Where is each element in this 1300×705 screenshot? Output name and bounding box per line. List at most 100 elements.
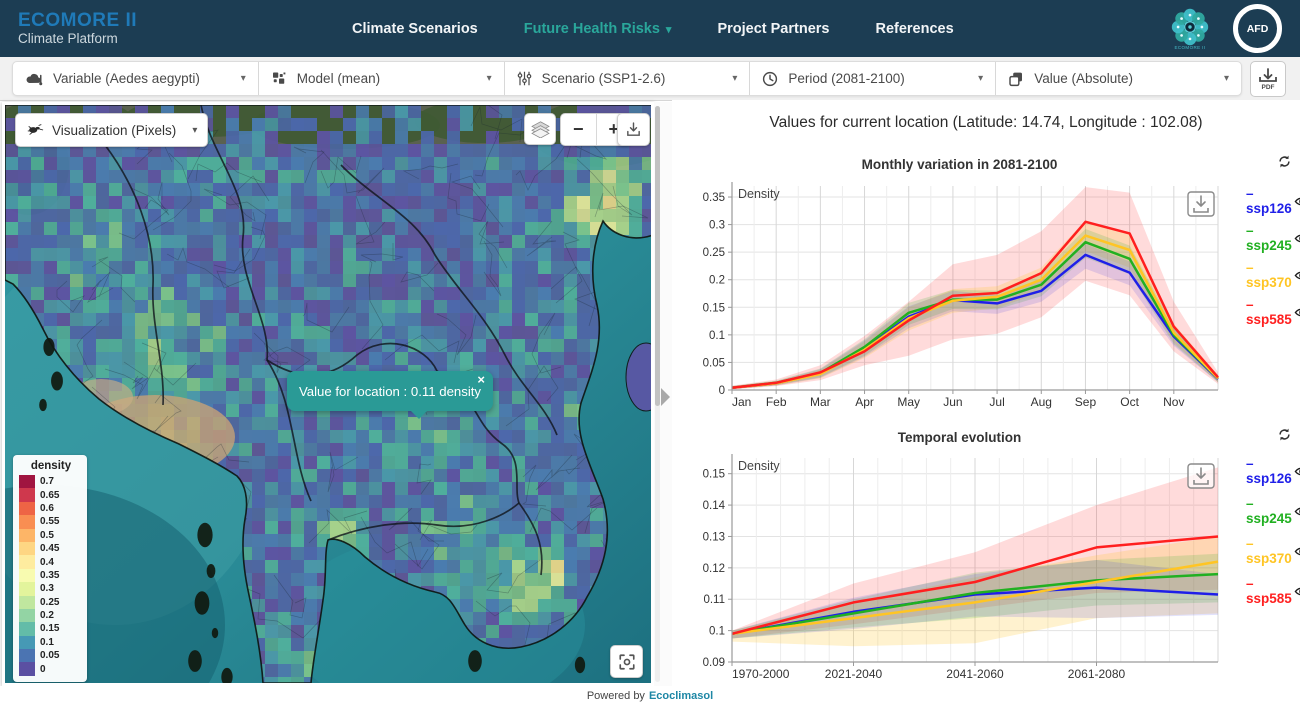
svg-text:0.15: 0.15	[703, 302, 725, 314]
nav-item-references[interactable]: References	[875, 21, 953, 37]
map-legend-title: density	[19, 460, 83, 472]
locate-button[interactable]	[610, 645, 643, 678]
app-logo[interactable]: ECOMORE II Climate Platform	[18, 11, 137, 47]
filter-value-dropdown[interactable]: Value (Absolute)▾	[996, 62, 1241, 95]
toggle-visibility-eye[interactable]	[1294, 232, 1300, 245]
model-icon	[271, 71, 287, 86]
ecomore-logo[interactable]: ECOMORE II	[1169, 7, 1211, 50]
temporal-chart-title: Temporal evolution	[692, 430, 1227, 445]
export-pdf-button[interactable]: PDF	[1250, 61, 1286, 97]
svg-text:0.35: 0.35	[703, 192, 725, 204]
legend-swatch	[19, 609, 35, 622]
temporal-evolution-chart[interactable]: 0.090.10.110.120.130.140.151970-20002021…	[690, 448, 1245, 686]
svg-text:0.13: 0.13	[703, 531, 725, 543]
filter-dropdown-label: Period (2081-2100)	[788, 71, 904, 86]
legend-item-ssp126[interactable]: –ssp126	[1246, 456, 1300, 486]
map-scrollbar-thumb[interactable]	[655, 106, 660, 406]
legend-row: 0.45	[19, 542, 83, 555]
map-canvas[interactable]: Visualization (Pixels) ▾ − + Value for l…	[5, 105, 651, 683]
refresh-icon	[1277, 427, 1292, 442]
temporal-chart-legend: –ssp126 –ssp245 –ssp370 –ssp585	[1246, 456, 1300, 606]
chevron-down-icon: ▾	[978, 73, 983, 84]
temporal-chart-refresh-button[interactable]	[1277, 427, 1292, 447]
filter-dropdown-label: Scenario (SSP1-2.6)	[542, 71, 666, 86]
nav-item-label: Climate Scenarios	[352, 21, 478, 37]
legend-item-ssp585[interactable]: –ssp585	[1246, 576, 1300, 606]
svg-text:0.12: 0.12	[703, 563, 725, 575]
footer: Powered by Ecoclimasol	[0, 686, 1300, 705]
map-download-button[interactable]	[617, 113, 650, 146]
svg-text:0: 0	[719, 385, 725, 397]
svg-text:0.14: 0.14	[703, 500, 726, 512]
zoom-out-button[interactable]: −	[561, 114, 597, 145]
toggle-visibility-eye[interactable]	[1294, 585, 1300, 598]
legend-series-label: –ssp370	[1246, 260, 1292, 290]
legend-item-ssp245[interactable]: –ssp245	[1246, 223, 1300, 253]
ecoclimasol-link[interactable]: Ecoclimasol	[649, 690, 713, 702]
legend-series-label: –ssp585	[1246, 576, 1292, 606]
layers-button[interactable]	[524, 113, 556, 145]
chevron-down-icon: ▾	[192, 125, 197, 136]
chart-download-button[interactable]	[1188, 192, 1214, 216]
filter-period-dropdown[interactable]: Period (2081-2100) ▾	[750, 62, 996, 95]
toggle-visibility-eye[interactable]	[1294, 269, 1300, 282]
toggle-visibility-eye[interactable]	[1294, 505, 1300, 518]
eye-icon	[1294, 465, 1300, 478]
afd-logo[interactable]: AFD	[1233, 4, 1282, 53]
monthly-chart-refresh-button[interactable]	[1277, 154, 1292, 174]
toggle-visibility-eye[interactable]	[1294, 195, 1300, 208]
legend-item-ssp585[interactable]: –ssp585	[1246, 297, 1300, 327]
legend-item-ssp370[interactable]: –ssp370	[1246, 536, 1300, 566]
nav-item-future-health-risks[interactable]: Future Health Risks▾	[524, 21, 672, 37]
svg-text:Sep: Sep	[1075, 395, 1097, 409]
svg-text:2021-2040: 2021-2040	[825, 667, 883, 681]
legend-series-label: –ssp126	[1246, 456, 1292, 486]
filter-scenario-dropdown[interactable]: Scenario (SSP1-2.6)▾	[505, 62, 751, 95]
period-icon	[762, 71, 778, 87]
powered-by-text: Powered by	[587, 690, 645, 702]
legend-swatch	[19, 555, 35, 568]
svg-text:PDF: PDF	[1262, 84, 1275, 91]
nav-item-label: Project Partners	[717, 21, 829, 37]
svg-text:0.3: 0.3	[709, 220, 725, 232]
legend-swatch	[19, 569, 35, 582]
legend-row: 0.6	[19, 502, 83, 515]
svg-text:Density: Density	[738, 459, 780, 473]
value-icon	[1008, 71, 1024, 87]
filter-dropdown-group: Variable (Aedes aegypti)▾Model (mean)▾Sc…	[12, 61, 1242, 96]
toggle-visibility-eye[interactable]	[1294, 306, 1300, 319]
filter-variable-dropdown[interactable]: Variable (Aedes aegypti)▾	[13, 62, 259, 95]
app-title: ECOMORE II	[18, 11, 137, 32]
svg-text:Aug: Aug	[1031, 395, 1052, 409]
legend-tick-label: 0.55	[40, 516, 59, 527]
legend-item-ssp245[interactable]: –ssp245	[1246, 496, 1300, 526]
legend-series-label: –ssp245	[1246, 223, 1292, 253]
nav-item-project-partners[interactable]: Project Partners	[717, 21, 829, 37]
eye-icon	[1294, 232, 1300, 245]
legend-row: 0.05	[19, 649, 83, 662]
svg-text:1970-2000: 1970-2000	[732, 667, 790, 681]
legend-tick-label: 0.5	[40, 530, 54, 541]
legend-item-ssp126[interactable]: –ssp126	[1246, 186, 1300, 216]
chart-download-button[interactable]	[1188, 464, 1214, 488]
monthly-variation-chart[interactable]: 00.050.10.150.20.250.30.35JanFebMarAprMa…	[690, 176, 1245, 421]
nav-item-climate-scenarios[interactable]: Climate Scenarios	[352, 21, 478, 37]
legend-row: 0.7	[19, 475, 83, 488]
svg-text:0.11: 0.11	[703, 594, 725, 606]
legend-tick-label: 0.6	[40, 503, 54, 514]
download-icon	[625, 121, 642, 138]
tooltip-close-icon[interactable]: ×	[477, 372, 485, 387]
collapse-panel-arrow[interactable]	[661, 388, 670, 406]
legend-swatch	[19, 488, 35, 501]
legend-row: 0.2	[19, 609, 83, 622]
toggle-visibility-eye[interactable]	[1294, 545, 1300, 558]
map-panel: Visualization (Pixels) ▾ − + Value for l…	[2, 102, 654, 686]
filter-model-dropdown[interactable]: Model (mean)▾	[259, 62, 505, 95]
map-legend: density 0.70.650.60.550.50.450.40.350.30…	[13, 455, 87, 682]
legend-item-ssp370[interactable]: –ssp370	[1246, 260, 1300, 290]
variable-icon	[25, 71, 43, 86]
visualization-dropdown[interactable]: Visualization (Pixels) ▾	[15, 113, 208, 147]
legend-swatch	[19, 542, 35, 555]
svg-text:Feb: Feb	[766, 395, 787, 409]
toggle-visibility-eye[interactable]	[1294, 465, 1300, 478]
